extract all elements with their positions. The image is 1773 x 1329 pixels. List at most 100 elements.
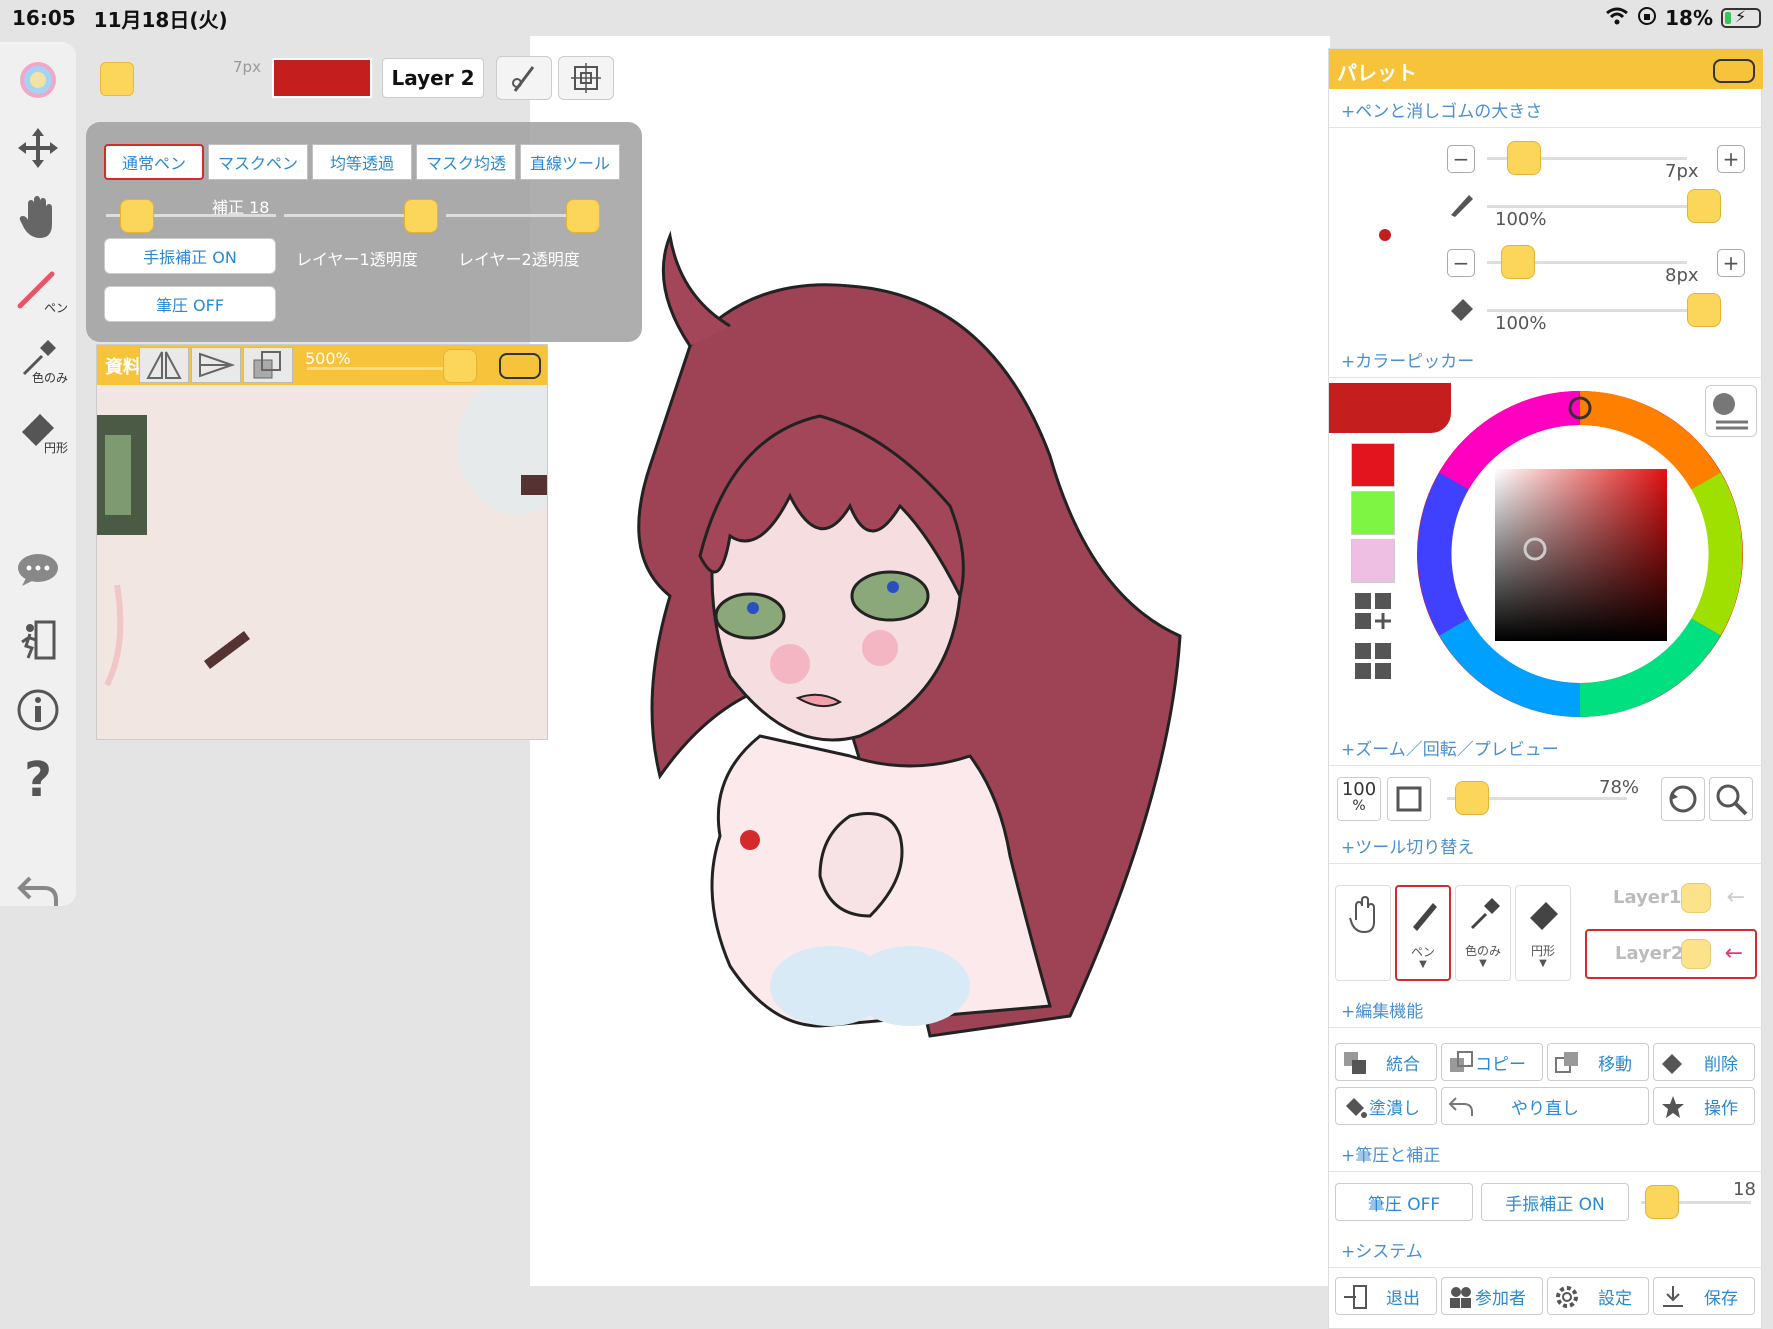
pen-size-decrease-button[interactable]: − xyxy=(1447,145,1475,173)
operation-button[interactable]: 操作 xyxy=(1653,1087,1755,1125)
flip-horizontal-icon xyxy=(146,351,182,379)
section-color-picker[interactable]: +カラーピッカー xyxy=(1341,347,1474,372)
hand-icon[interactable] xyxy=(6,190,70,246)
tab-line-tool[interactable]: 直線ツール xyxy=(520,144,620,180)
exit-icon[interactable] xyxy=(6,612,70,668)
copy-layer-button[interactable] xyxy=(243,347,293,383)
move-icon[interactable] xyxy=(6,120,70,176)
tab-uniform-transparent[interactable]: 均等透過 xyxy=(312,144,412,180)
save-button[interactable]: 保存 xyxy=(1653,1277,1755,1315)
settings-button[interactable]: 設定 xyxy=(1547,1277,1649,1315)
eraser-size-decrease-button[interactable]: − xyxy=(1447,249,1475,277)
pen-size-label: 7px xyxy=(233,58,261,76)
current-color-swatch[interactable] xyxy=(272,58,372,98)
copy-icon xyxy=(253,351,281,379)
copy-label: コピー xyxy=(1475,1054,1526,1075)
eraser-tool[interactable]: 円形 xyxy=(6,400,70,456)
flip-vertical-icon xyxy=(199,352,236,378)
pen-tool-label: ペン xyxy=(43,301,68,315)
exit-button[interactable]: 退出 xyxy=(1335,1277,1437,1315)
eraser-opacity-track xyxy=(1487,309,1687,312)
pen-size-increase-button[interactable]: + xyxy=(1717,145,1745,173)
palette-stabilizer-button[interactable]: 手振補正 ON xyxy=(1481,1183,1629,1221)
preview-button[interactable] xyxy=(1709,777,1753,821)
tab-normal-pen[interactable]: 通常ペン xyxy=(104,144,204,180)
layer-2-row[interactable]: Layer2 ← xyxy=(1585,929,1757,979)
section-tool-switch[interactable]: +ツール切り替え xyxy=(1341,833,1474,858)
swap-swatch-button[interactable] xyxy=(1351,639,1395,683)
reference-zoom-knob[interactable] xyxy=(443,349,477,383)
layer1-opacity-knob[interactable] xyxy=(404,199,438,233)
drawing-canvas[interactable] xyxy=(530,36,1330,1286)
secondary-color-swatch[interactable] xyxy=(100,62,134,96)
section-zoom[interactable]: +ズーム／回転／プレビュー xyxy=(1341,735,1559,760)
color-swatch-green[interactable] xyxy=(1351,491,1395,535)
pen-opacity-knob[interactable] xyxy=(1687,189,1721,223)
redo-button[interactable]: やり直し xyxy=(1441,1087,1649,1125)
pen-size-knob[interactable] xyxy=(1507,141,1541,175)
eraser-size-increase-button[interactable]: + xyxy=(1717,249,1745,277)
tool-eyedropper-button[interactable]: 色のみ ▼ xyxy=(1455,885,1511,981)
redo-label: やり直し xyxy=(1511,1098,1579,1119)
layer2-opacity-knob[interactable] xyxy=(566,199,600,233)
add-swatch-button[interactable] xyxy=(1351,589,1395,633)
correction-slider-knob[interactable] xyxy=(120,199,154,233)
palette-toggle[interactable] xyxy=(1713,59,1755,83)
participants-button[interactable]: 参加者 xyxy=(1441,1277,1543,1315)
layer-2-opacity-knob[interactable] xyxy=(1681,939,1711,969)
merge-button[interactable]: 統合 xyxy=(1335,1043,1437,1081)
reference-image-window[interactable]: 資料画像 500% xyxy=(96,344,548,740)
save-label: 保存 xyxy=(1704,1288,1738,1309)
reference-window-toggle[interactable] xyxy=(499,353,541,379)
color-swatch-red[interactable] xyxy=(1351,443,1395,487)
zoom-100-button[interactable]: 100 % xyxy=(1337,777,1381,821)
rotate-reset-button[interactable] xyxy=(1661,777,1705,821)
stabilizer-button[interactable]: 手振補正 ON xyxy=(104,238,276,274)
color-wheel-icon[interactable] xyxy=(6,52,70,108)
magic-wand-button[interactable] xyxy=(496,56,552,100)
flip-horizontal-button[interactable] xyxy=(139,347,189,383)
info-icon[interactable] xyxy=(6,682,70,738)
tool-hand-button[interactable] xyxy=(1335,885,1391,981)
section-pressure[interactable]: +筆圧と補正 xyxy=(1341,1141,1440,1166)
color-wheel[interactable] xyxy=(1415,389,1745,719)
layer-1-row[interactable]: Layer1 ← xyxy=(1585,875,1757,925)
section-pen-eraser-size[interactable]: +ペンと消しゴムの大きさ xyxy=(1341,97,1542,122)
help-icon[interactable]: ? xyxy=(6,752,70,808)
pen-tool[interactable]: ペン xyxy=(6,260,70,316)
delete-button[interactable]: 削除 xyxy=(1653,1043,1755,1081)
eyedropper-icon xyxy=(1470,898,1500,930)
tool-pen-button[interactable]: ペン ▼ xyxy=(1395,885,1451,981)
tool-eyedropper-label: 色のみ xyxy=(1464,944,1501,958)
section-system[interactable]: +システム xyxy=(1341,1237,1423,1262)
layer2-opacity-track xyxy=(446,214,586,217)
stabilizer-knob[interactable] xyxy=(1645,1185,1679,1219)
tab-mask-pen[interactable]: マスクペン xyxy=(208,144,308,180)
flip-vertical-button[interactable] xyxy=(191,347,241,383)
tab-mask-uniform[interactable]: マスク均透 xyxy=(416,144,516,180)
move-button[interactable]: 移動 xyxy=(1547,1043,1649,1081)
pressure-button[interactable]: 筆圧 OFF xyxy=(104,286,276,322)
fit-screen-button[interactable] xyxy=(1387,777,1431,821)
fill-button[interactable]: 塗潰し xyxy=(1335,1087,1437,1125)
exit-icon xyxy=(1342,1284,1368,1310)
chat-icon[interactable] xyxy=(6,542,70,598)
download-icon xyxy=(1660,1284,1686,1310)
color-history-button[interactable] xyxy=(1705,385,1757,437)
transform-button[interactable] xyxy=(558,56,614,100)
undo-icon[interactable] xyxy=(6,862,70,918)
tool-eraser-button[interactable]: 円形 ▼ xyxy=(1515,885,1571,981)
copy-button[interactable]: コピー xyxy=(1441,1043,1543,1081)
eyedropper-tool[interactable]: 色のみ xyxy=(6,330,70,386)
color-swatch-pink[interactable] xyxy=(1351,539,1395,583)
section-edit[interactable]: +編集機能 xyxy=(1341,997,1423,1022)
eraser-size-knob[interactable] xyxy=(1501,245,1535,279)
zoom-knob[interactable] xyxy=(1455,781,1489,815)
exit-label: 退出 xyxy=(1386,1288,1420,1309)
layer-1-opacity-knob[interactable] xyxy=(1681,883,1711,913)
eraser-opacity-knob[interactable] xyxy=(1687,293,1721,327)
palette-pressure-button[interactable]: 筆圧 OFF xyxy=(1335,1183,1473,1221)
gear-icon xyxy=(1554,1284,1580,1310)
color-wheel-graphic xyxy=(1417,391,1743,717)
current-layer-button[interactable]: Layer 2 xyxy=(382,58,484,98)
